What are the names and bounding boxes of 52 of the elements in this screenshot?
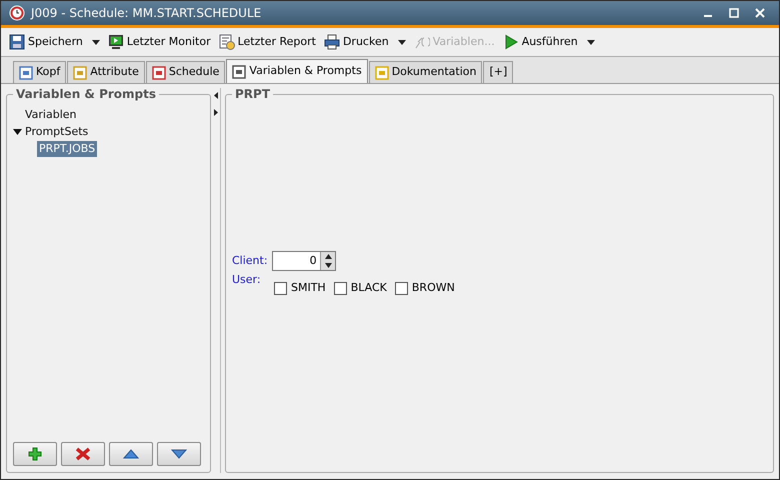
toolbar-button[interactable]: Speichern <box>9 31 100 53</box>
triangle-up-icon <box>123 449 139 459</box>
tab[interactable]: Attribute <box>67 61 145 83</box>
tab-icon <box>374 66 389 80</box>
caret-icon <box>586 40 595 44</box>
tab[interactable]: Schedule <box>146 61 226 83</box>
close-icon[interactable] <box>755 8 765 18</box>
client-spinner[interactable]: 0 <box>272 251 336 271</box>
tab[interactable]: Variablen & Prompts <box>226 59 368 83</box>
checkbox[interactable] <box>334 282 347 295</box>
window-title: J009 - Schedule: MM.START.SCHEDULE <box>31 5 262 22</box>
tab[interactable]: Dokumentation <box>368 61 482 83</box>
tab-icon <box>73 66 88 80</box>
checkbox-label: SMITH <box>291 280 326 296</box>
panel-title: PRPT <box>232 87 274 101</box>
caret-icon <box>92 40 100 44</box>
delete-icon <box>75 447 91 461</box>
checkbox[interactable] <box>394 282 408 295</box>
delete-button[interactable] <box>61 442 105 466</box>
printer-icon <box>324 34 340 50</box>
checkbox-label: BLACK <box>350 280 387 296</box>
field-label: Client: <box>232 252 268 269</box>
caret-icon <box>398 40 406 44</box>
add-button[interactable] <box>13 442 57 466</box>
tree-item[interactable]: PromptSets <box>25 124 88 140</box>
tree-item[interactable]: Variablen <box>25 107 77 123</box>
toolbar-button[interactable]: Letzter Report <box>218 31 316 53</box>
field-label: User: <box>232 272 262 288</box>
tab-icon <box>152 66 166 80</box>
expanded-arrow-icon[interactable] <box>13 129 22 135</box>
tab-icon <box>232 64 246 78</box>
play-icon <box>502 34 519 50</box>
triangle-down-icon <box>171 449 187 459</box>
collapse-left-icon[interactable] <box>214 92 218 99</box>
expand-right-icon[interactable] <box>214 109 218 116</box>
maximize-icon[interactable] <box>729 8 739 18</box>
tab[interactable]: Kopf <box>13 61 66 83</box>
monitor-icon <box>108 34 124 50</box>
tree-item[interactable]: PRPT.JOBS <box>37 141 98 157</box>
checkbox-label: BROWN <box>412 280 455 296</box>
move-up-button[interactable] <box>109 442 153 466</box>
move-down-button[interactable] <box>157 442 201 466</box>
tab[interactable]: [+] <box>483 61 514 83</box>
report-clock-icon <box>218 34 235 50</box>
plus-icon <box>28 447 42 461</box>
toolbar-button[interactable]: Drucken <box>324 31 406 53</box>
clock-icon <box>9 5 25 21</box>
toolbar-button[interactable]: Letzter Monitor <box>108 31 211 53</box>
tab-icon <box>19 66 33 80</box>
checkbox[interactable] <box>274 282 287 295</box>
panel-title: Variablen & Prompts <box>13 87 159 101</box>
toolbar-button[interactable]: Ausführen <box>502 31 595 53</box>
